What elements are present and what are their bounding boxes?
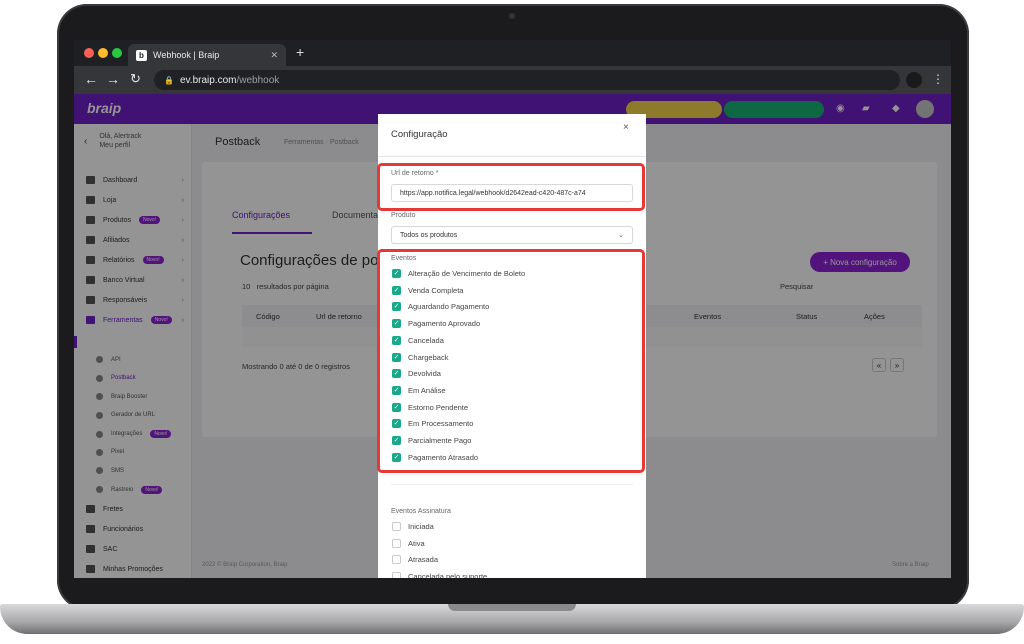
sub-event-label: Ativa	[408, 538, 425, 548]
url-host: ev.braip.com	[179, 74, 237, 86]
url-input[interactable]: 🔒 ev.braip.com/webhook	[154, 70, 900, 90]
modal-title: Configuração	[391, 129, 448, 140]
address-bar: ← → ↻ 🔒 ev.braip.com/webhook ⋮	[74, 66, 951, 94]
browser-tab[interactable]: b Webhook | Braip ✕	[128, 44, 286, 66]
checkbox[interactable]	[392, 572, 401, 578]
product-value: Todos os produtos	[400, 231, 458, 239]
checkbox[interactable]	[392, 522, 401, 531]
lock-icon: 🔒	[164, 75, 174, 85]
url-text: ev.braip.com/webhook	[180, 75, 279, 86]
browser-menu-icon[interactable]: ⋮	[932, 72, 944, 86]
events-divider	[391, 484, 633, 485]
checkbox[interactable]	[392, 538, 401, 548]
maximize-window-icon[interactable]	[112, 48, 122, 58]
sub-event-checkbox-row[interactable]: Atrasada	[392, 555, 439, 565]
product-select[interactable]: Todos os produtos ⌄	[391, 226, 633, 244]
sub-event-label: Iniciada	[408, 522, 434, 531]
modal-divider	[378, 156, 646, 157]
sub-events-label: Eventos Assinatura	[391, 508, 451, 515]
close-tab-icon[interactable]: ✕	[270, 50, 278, 61]
laptop-notch	[448, 604, 576, 611]
forward-icon[interactable]: →	[106, 71, 120, 87]
sub-event-checkbox-row[interactable]: Cancelada pelo suporte	[392, 572, 487, 578]
sub-event-checkbox-row[interactable]: Iniciada	[392, 522, 434, 531]
minimize-window-icon[interactable]	[98, 48, 108, 58]
close-icon[interactable]: ×	[623, 122, 629, 133]
url-path: /webhook	[236, 74, 280, 86]
sub-event-checkbox-row[interactable]: Ativa	[392, 538, 425, 548]
events-highlight	[377, 249, 645, 473]
sub-event-label: Atrasada	[408, 555, 439, 565]
browser-window: b Webhook | Braip ✕ + ← → ↻ 🔒 ev.braip.c…	[74, 40, 951, 578]
back-icon[interactable]: ←	[84, 71, 98, 87]
tab-title: Webhook | Braip	[153, 50, 220, 60]
tab-strip: b Webhook | Braip ✕ +	[74, 40, 951, 66]
camera-icon	[509, 13, 515, 19]
url-highlight	[377, 163, 645, 211]
chevron-down-icon: ⌄	[618, 232, 624, 239]
close-window-icon[interactable]	[84, 48, 94, 58]
new-tab-icon[interactable]: +	[296, 44, 304, 60]
checkbox[interactable]	[392, 555, 401, 565]
reload-icon[interactable]: ↻	[130, 71, 141, 87]
browser-profile-icon[interactable]	[906, 72, 922, 88]
braip-favicon-icon: b	[136, 49, 147, 61]
product-label: Produto	[391, 212, 416, 219]
sub-event-label: Cancelada pelo suporte	[408, 572, 488, 578]
